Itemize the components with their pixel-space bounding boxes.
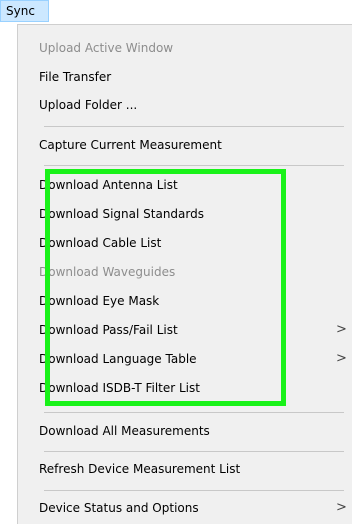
menu-item-download-language-table[interactable]: Download Language Table [39, 348, 197, 370]
menu-item-upload-active-window: Upload Active Window [39, 41, 174, 55]
menu-item-upload-folder[interactable]: Upload Folder ... [39, 94, 137, 116]
menu-item-capture-current-measurement[interactable]: Capture Current Measurement [39, 134, 222, 156]
menu-item-download-cable-list[interactable]: Download Cable List [39, 232, 161, 254]
menu-item-device-status-and-options[interactable]: Device Status and Options [39, 497, 199, 519]
menu-item-download-all-measurements[interactable]: Download All Measurements [39, 420, 210, 442]
menu-bar: Sync [0, 0, 352, 22]
menu-item-download-isdb-t-filter-list[interactable]: Download ISDB-T Filter List [39, 377, 200, 399]
menu-item-download-waveguides: Download Waveguides [39, 265, 176, 279]
menu-separator [44, 412, 344, 413]
menu-separator [44, 165, 344, 166]
menu-item-download-signal-standards[interactable]: Download Signal Standards [39, 203, 204, 225]
menu-item-download-eye-mask[interactable]: Download Eye Mask [39, 290, 159, 312]
menu-item-refresh-device-measurement-list[interactable]: Refresh Device Measurement List [39, 458, 240, 480]
menu-separator [44, 490, 344, 491]
menu-separator [44, 126, 344, 127]
chevron-right-icon: > [336, 351, 347, 366]
chevron-right-icon: > [336, 500, 347, 515]
menu-item-download-antenna-list[interactable]: Download Antenna List [39, 174, 178, 196]
menu-separator [44, 451, 344, 452]
menu-sync[interactable]: Sync [0, 0, 49, 22]
menu-item-download-pass-fail-list[interactable]: Download Pass/Fail List [39, 319, 178, 341]
menu-item-file-transfer[interactable]: File Transfer [39, 66, 111, 88]
chevron-right-icon: > [336, 322, 347, 337]
